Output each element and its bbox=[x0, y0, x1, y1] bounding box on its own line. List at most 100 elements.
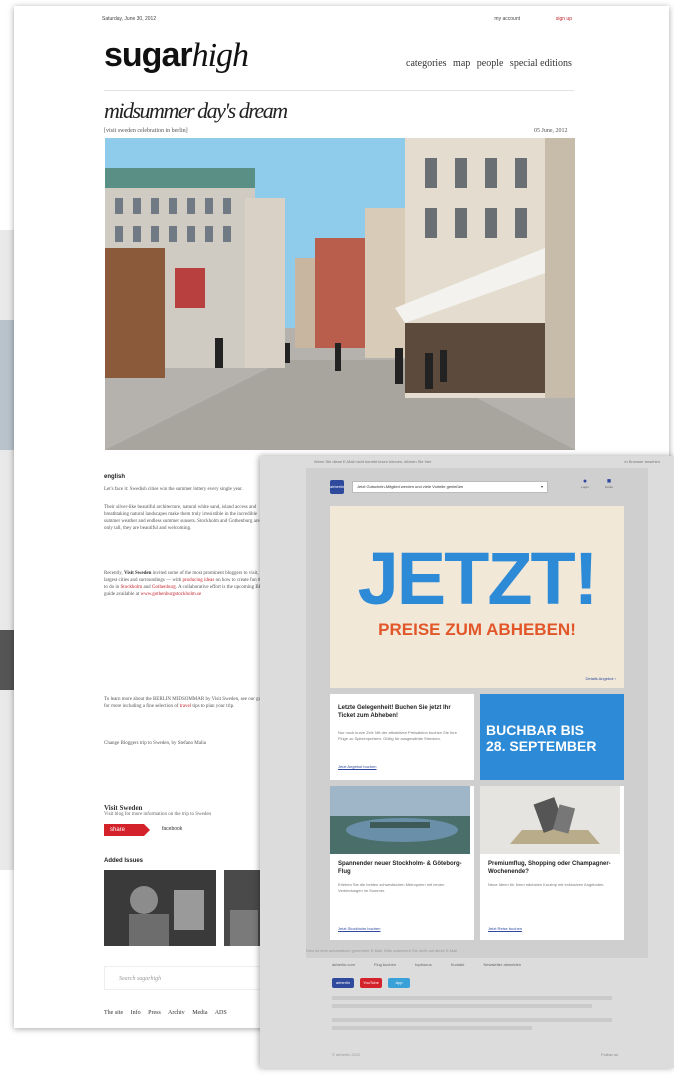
website-link[interactable]: www.gothenburgstockholm.se bbox=[141, 592, 202, 597]
issue-thumbnail[interactable] bbox=[104, 870, 216, 946]
logo-word: sugar bbox=[104, 36, 193, 74]
deadline-line-1: BUCHBAR BIS bbox=[486, 722, 584, 738]
inline-link[interactable]: producing ideas bbox=[183, 578, 215, 583]
street-photo-illustration bbox=[105, 138, 575, 450]
footer-text-line bbox=[332, 1026, 532, 1030]
footer-link[interactable]: ADS bbox=[215, 1010, 227, 1016]
text-run: Recently, bbox=[104, 571, 123, 576]
login-label: Login bbox=[581, 485, 589, 489]
youtube-badge[interactable]: YouTube bbox=[360, 978, 382, 988]
footer-link[interactable]: Info bbox=[131, 1010, 141, 1016]
post-paragraph: Recently, Visit Sweden invited some of t… bbox=[104, 570, 274, 598]
screenshot-stage: Saturday, June 30, 2012 my account sign … bbox=[0, 0, 674, 1076]
footer-link[interactable]: Kontakt bbox=[451, 962, 465, 967]
premium-card-image bbox=[480, 786, 620, 854]
visit-sweden-title[interactable]: Visit Sweden bbox=[104, 804, 142, 812]
login-icon[interactable]: ● Login bbox=[578, 478, 592, 494]
issue-thumbnail[interactable] bbox=[224, 870, 264, 946]
blog-search-input[interactable]: Search sugarhigh bbox=[104, 966, 264, 990]
hero-headline: JETZT! bbox=[357, 537, 599, 620]
view-in-browser-link[interactable]: In Browser ansehen bbox=[624, 459, 660, 464]
newsletter-header: airberlin Jetzt Gutschein-Mitglied werde… bbox=[330, 476, 626, 500]
destination-card-link[interactable]: Jetzt Stockholm buchen bbox=[338, 926, 380, 931]
text-run: and bbox=[143, 585, 151, 590]
blog-footer-links: The site Info Press Archiv Media ADS bbox=[104, 1010, 233, 1016]
offer-card[interactable]: Letzte Gelegenheit! Buchen Sie jetzt Ihr… bbox=[330, 694, 474, 780]
text-run: tips to plan your trip. bbox=[192, 704, 235, 709]
footer-link[interactable]: The site bbox=[104, 1010, 123, 1016]
deadline-line-2: 28. SEPTEMBER bbox=[486, 738, 597, 754]
post-paragraph: Their silver-like beautiful architecture… bbox=[104, 505, 268, 531]
hero-details-link[interactable]: Details Angebot › bbox=[586, 676, 616, 681]
nav-special-editions[interactable]: special editions bbox=[510, 58, 572, 69]
share-button[interactable]: share bbox=[104, 824, 150, 836]
copyright-text: © airberlin 2012 bbox=[332, 1052, 361, 1057]
footer-link[interactable]: topbonus bbox=[415, 962, 431, 967]
destination-card[interactable]: Spannender neuer Stockholm- & Göteborg-F… bbox=[330, 786, 474, 940]
newsletter-body: airberlin Jetzt Gutschein-Mitglied werde… bbox=[306, 468, 648, 958]
airline-badge[interactable]: airberlin bbox=[332, 978, 354, 988]
newsletter-view-notice[interactable]: Wenn Sie diese E-Mail nicht korrekt lese… bbox=[314, 459, 431, 464]
destination-card-image bbox=[330, 786, 470, 854]
visit-sweden-mention: Visit Sweden bbox=[123, 571, 152, 576]
hero-details-label: Details Angebot bbox=[585, 676, 614, 681]
premium-card-link[interactable]: Jetzt Reise buchen bbox=[488, 926, 522, 931]
issue-thumbnail-image bbox=[104, 870, 216, 946]
newsletter-footer-links: airberlin.com Flug buchen topbonus Konta… bbox=[332, 962, 539, 967]
newsletter-page: Wenn Sie diese E-Mail nicht korrekt lese… bbox=[260, 456, 674, 1068]
chevron-down-icon: ▾ bbox=[540, 484, 543, 489]
footer-link[interactable]: Newsletter abmelden bbox=[483, 962, 521, 967]
footer-text-line bbox=[332, 1018, 612, 1022]
footer-text-line bbox=[332, 1004, 592, 1008]
booking-deadline-banner[interactable]: BUCHBAR BIS 28. SEPTEMBER bbox=[480, 694, 624, 780]
added-issues-heading: Added Issues bbox=[104, 858, 144, 864]
post-title[interactable]: midsummer day's dream bbox=[104, 98, 288, 124]
post-paragraph: To learn more about the BERLIN MIDSOMMAR… bbox=[104, 696, 274, 710]
nav-categories[interactable]: categories bbox=[406, 58, 447, 69]
post-paragraph: Let's face it: Swedish cities win the su… bbox=[104, 487, 243, 492]
nav-map[interactable]: map bbox=[453, 58, 470, 69]
membership-select[interactable]: Jetzt Gutschein-Mitglied werden und viel… bbox=[352, 481, 548, 493]
app-badge[interactable]: App bbox=[388, 978, 410, 988]
main-nav: categories map people special editions bbox=[406, 58, 576, 69]
street-photo bbox=[105, 138, 575, 450]
newsletter-footnote: Dies ist eine automatisch generierte E-M… bbox=[306, 948, 459, 953]
champagne-photo bbox=[480, 786, 620, 854]
language-label: english bbox=[104, 474, 126, 480]
facebook-share-link[interactable]: facebook bbox=[162, 826, 182, 832]
footer-link[interactable]: Flug buchen bbox=[374, 962, 396, 967]
destination-card-title: Spannender neuer Stockholm- & Göteborg-F… bbox=[338, 861, 462, 875]
footer-link[interactable]: Media bbox=[192, 1010, 207, 1016]
post-credit: Change Bloggers trip to Sweden, by Stefa… bbox=[104, 741, 206, 746]
header-divider bbox=[104, 90, 574, 91]
logo-word-italic: high bbox=[191, 37, 249, 74]
footer-link[interactable]: Press bbox=[148, 1010, 161, 1016]
destination-card-text: Erleben Sie die beiden schwedischen Metr… bbox=[338, 882, 445, 893]
my-account-link[interactable]: my account bbox=[494, 16, 520, 22]
current-date: Saturday, June 30, 2012 bbox=[102, 16, 157, 22]
offer-card-link[interactable]: Jetzt Angebot buchen bbox=[338, 764, 376, 769]
airline-logo[interactable]: airberlin bbox=[330, 480, 344, 494]
account-icon[interactable]: ■ Konto bbox=[602, 478, 616, 494]
top-bar: Saturday, June 30, 2012 my account sign … bbox=[102, 14, 572, 28]
site-logo[interactable]: sugarhigh bbox=[104, 36, 249, 75]
hero-subheadline: PREISE ZUM ABHEBEN! bbox=[378, 620, 576, 639]
issue-thumbnail-image bbox=[224, 870, 264, 946]
follow-us-link[interactable]: Follow us bbox=[601, 1052, 618, 1057]
stockholm-photo bbox=[330, 786, 470, 854]
footer-link[interactable]: airberlin.com bbox=[332, 962, 355, 967]
stockholm-link[interactable]: Stockholm bbox=[121, 585, 143, 590]
footer-text-line bbox=[332, 996, 612, 1000]
account-label: Konto bbox=[605, 485, 613, 489]
membership-select-value: Jetzt Gutschein-Mitglied werden und viel… bbox=[357, 484, 464, 489]
visit-sweden-subtitle: Visit blog for more information on the t… bbox=[104, 812, 212, 817]
hero-banner[interactable]: JETZT! PREISE ZUM ABHEBEN! Details Angeb… bbox=[330, 506, 624, 688]
footer-link[interactable]: Archiv bbox=[168, 1010, 185, 1016]
travel-link[interactable]: travel bbox=[180, 704, 191, 709]
post-date: 05 June, 2012 bbox=[534, 128, 568, 134]
premium-card[interactable]: Premiumflug, Shopping oder Champagner-Wo… bbox=[480, 786, 624, 940]
sign-up-link[interactable]: sign up bbox=[556, 16, 572, 22]
nav-people[interactable]: people bbox=[477, 58, 504, 69]
gothenburg-link[interactable]: Gothenburg bbox=[152, 585, 176, 590]
post-subtitle: [visit sweden celebration in berlin] bbox=[104, 128, 188, 134]
